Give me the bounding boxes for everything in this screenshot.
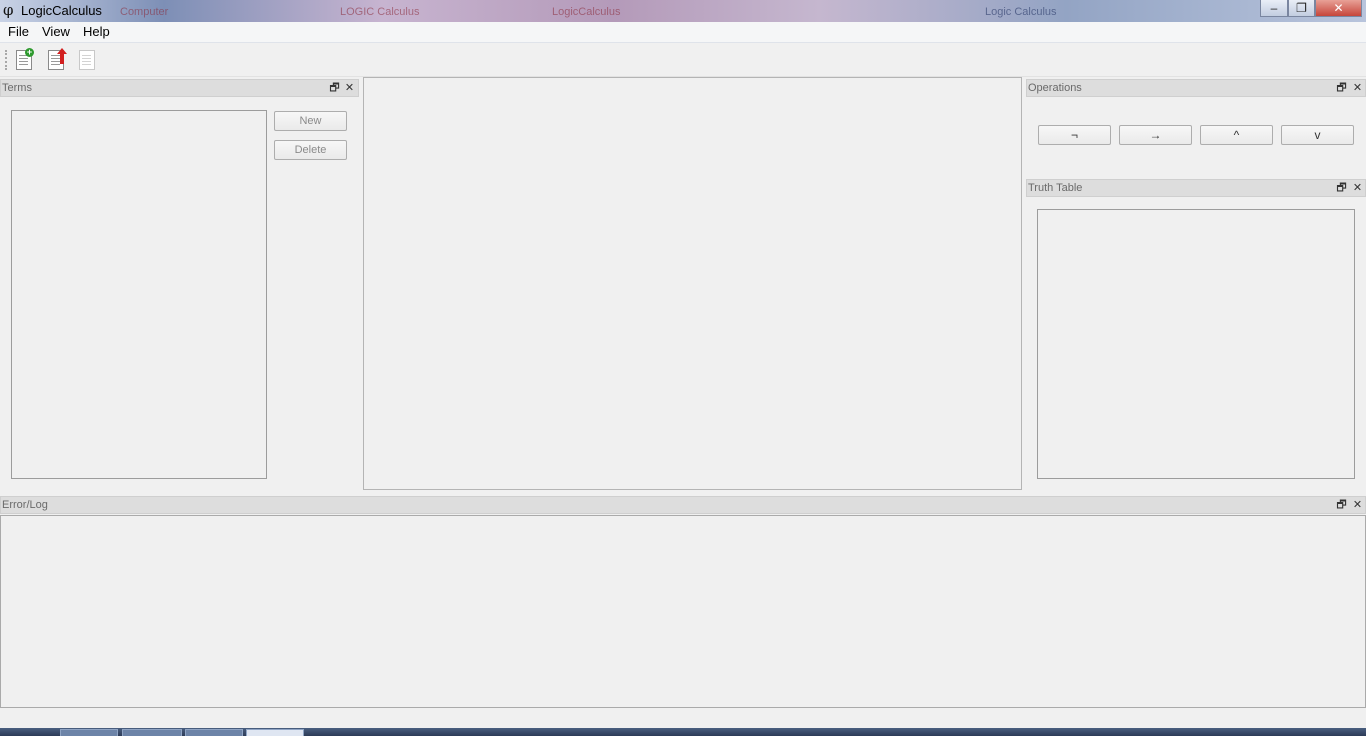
float-icon[interactable]: 🗗	[1335, 498, 1348, 512]
toolbar-grip[interactable]	[5, 50, 10, 70]
title-bar: φ LogicCalculus Computer LOGIC Calculus …	[0, 0, 1366, 22]
error-log-view[interactable]	[0, 515, 1366, 708]
error-log-title: Error/Log	[2, 499, 48, 511]
document-icon	[75, 48, 99, 72]
float-icon[interactable]: 🗗	[328, 81, 341, 95]
float-icon[interactable]: 🗗	[1335, 181, 1348, 195]
terms-dock-title: Terms 🗗 ✕	[0, 79, 359, 97]
new-document-icon[interactable]: +	[12, 48, 36, 72]
new-button[interactable]: New	[274, 111, 347, 131]
taskbar-item[interactable]	[185, 729, 243, 736]
delete-button[interactable]: Delete	[274, 140, 347, 160]
close-icon[interactable]: ✕	[1351, 181, 1364, 195]
phi-icon: φ	[3, 1, 14, 19]
menu-help[interactable]: Help	[83, 24, 110, 40]
close-icon[interactable]: ✕	[343, 81, 356, 95]
toolbar: +	[0, 43, 1366, 77]
disjunction-button[interactable]: v	[1281, 125, 1354, 145]
background-tab: LogicCalculus	[552, 6, 621, 18]
operations-dock-title: Operations 🗗 ✕	[1026, 79, 1366, 97]
window-title: LogicCalculus	[21, 3, 102, 18]
terms-title: Terms	[2, 82, 32, 94]
truth-table-view[interactable]	[1037, 209, 1355, 479]
taskbar-item[interactable]	[60, 729, 118, 736]
close-button[interactable]: ✕	[1315, 0, 1362, 17]
negation-button[interactable]: ¬	[1038, 125, 1111, 145]
close-icon[interactable]: ✕	[1351, 81, 1364, 95]
background-tab: Logic Calculus	[985, 6, 1057, 18]
background-tab: Computer	[120, 6, 169, 18]
float-icon[interactable]: 🗗	[1335, 81, 1348, 95]
close-icon[interactable]: ✕	[1351, 498, 1364, 512]
error-log-dock-title: Error/Log 🗗 ✕	[0, 496, 1366, 514]
minimize-button[interactable]: –	[1260, 0, 1288, 17]
truth-table-dock-title: Truth Table 🗗 ✕	[1026, 179, 1366, 197]
conjunction-button[interactable]: ^	[1200, 125, 1273, 145]
background-tab: LOGIC Calculus	[340, 6, 420, 18]
operations-title: Operations	[1028, 82, 1082, 94]
terms-list[interactable]	[11, 110, 267, 479]
truth-table-title: Truth Table	[1028, 182, 1083, 194]
taskbar-item[interactable]	[246, 729, 304, 736]
export-document-icon[interactable]	[44, 48, 68, 72]
menu-view[interactable]: View	[42, 24, 70, 40]
implication-button[interactable]: →	[1119, 125, 1192, 145]
menu-bar: File View Help	[0, 22, 1366, 43]
taskbar-item[interactable]	[122, 729, 182, 736]
menu-file[interactable]: File	[8, 24, 29, 40]
taskbar	[0, 728, 1366, 736]
central-workspace[interactable]	[363, 77, 1022, 490]
restore-button[interactable]: ❐	[1288, 0, 1315, 17]
